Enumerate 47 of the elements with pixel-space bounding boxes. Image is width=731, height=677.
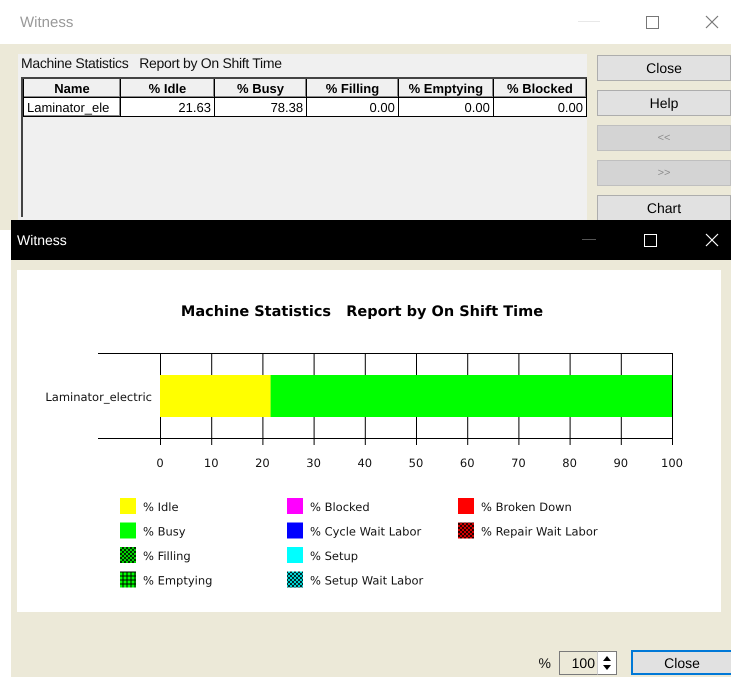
dialog-button[interactable]: Help: [597, 90, 731, 116]
tick-label: 90: [613, 456, 628, 470]
up-arrow-icon[interactable]: [602, 654, 612, 660]
tick-label: 60: [460, 456, 475, 470]
tick-label: 100: [661, 456, 683, 470]
dialog-button[interactable]: Close: [597, 55, 731, 81]
legend-label: % Cycle Wait Labor: [310, 524, 422, 538]
table-cell: Laminator_ele: [24, 98, 120, 116]
category-label: Laminator_electric: [45, 390, 152, 404]
tick-label: 0: [156, 456, 164, 470]
tick-label: 50: [408, 456, 424, 470]
table-cell: 0.00: [493, 98, 586, 116]
zoom-label: %: [538, 654, 551, 670]
tick-label: 80: [562, 456, 577, 470]
report-title: Machine Statistics Report by On Shift Time: [21, 54, 283, 73]
column-header: % Emptying: [398, 79, 494, 98]
window-title: Witness: [17, 232, 68, 248]
column-header: % Filling: [306, 79, 398, 98]
table-cell: 0.00: [398, 98, 494, 116]
legend-label: % Setup Wait Labor: [310, 574, 424, 588]
legend-label: % Setup: [310, 549, 358, 563]
spin-buttons[interactable]: [597, 650, 617, 674]
column-header: % Blocked: [493, 79, 586, 98]
legend-label: % Busy: [143, 524, 186, 538]
table-cell: 78.38: [214, 98, 307, 116]
legend-label: % Filling: [143, 549, 191, 563]
tick-label: 70: [511, 456, 526, 470]
tick-label: 10: [204, 456, 219, 470]
table-cell: 21.63: [120, 98, 214, 116]
legend-label: % Repair Wait Labor: [481, 524, 598, 538]
tick-label: 40: [357, 456, 372, 470]
down-arrow-icon[interactable]: [602, 664, 612, 670]
tick-label: 30: [306, 456, 321, 470]
column-header: % Idle: [120, 79, 214, 98]
tick-label: 20: [255, 456, 270, 470]
column-header: Name: [24, 79, 120, 98]
dialog-button[interactable]: Chart: [597, 195, 731, 221]
window-title: Witness: [20, 14, 74, 30]
legend-label: % Idle: [143, 500, 179, 514]
close-button[interactable]: Close: [631, 650, 731, 675]
legend-label: % Emptying: [143, 574, 212, 588]
table-cell: 0.00: [306, 98, 398, 116]
column-header: % Busy: [214, 79, 307, 98]
legend-label: % Broken Down: [481, 500, 572, 514]
chart-title: Machine Statistics Report by On Shift Time: [180, 304, 544, 320]
minimize-icon[interactable]: [582, 239, 596, 241]
legend-label: % Blocked: [310, 500, 370, 514]
